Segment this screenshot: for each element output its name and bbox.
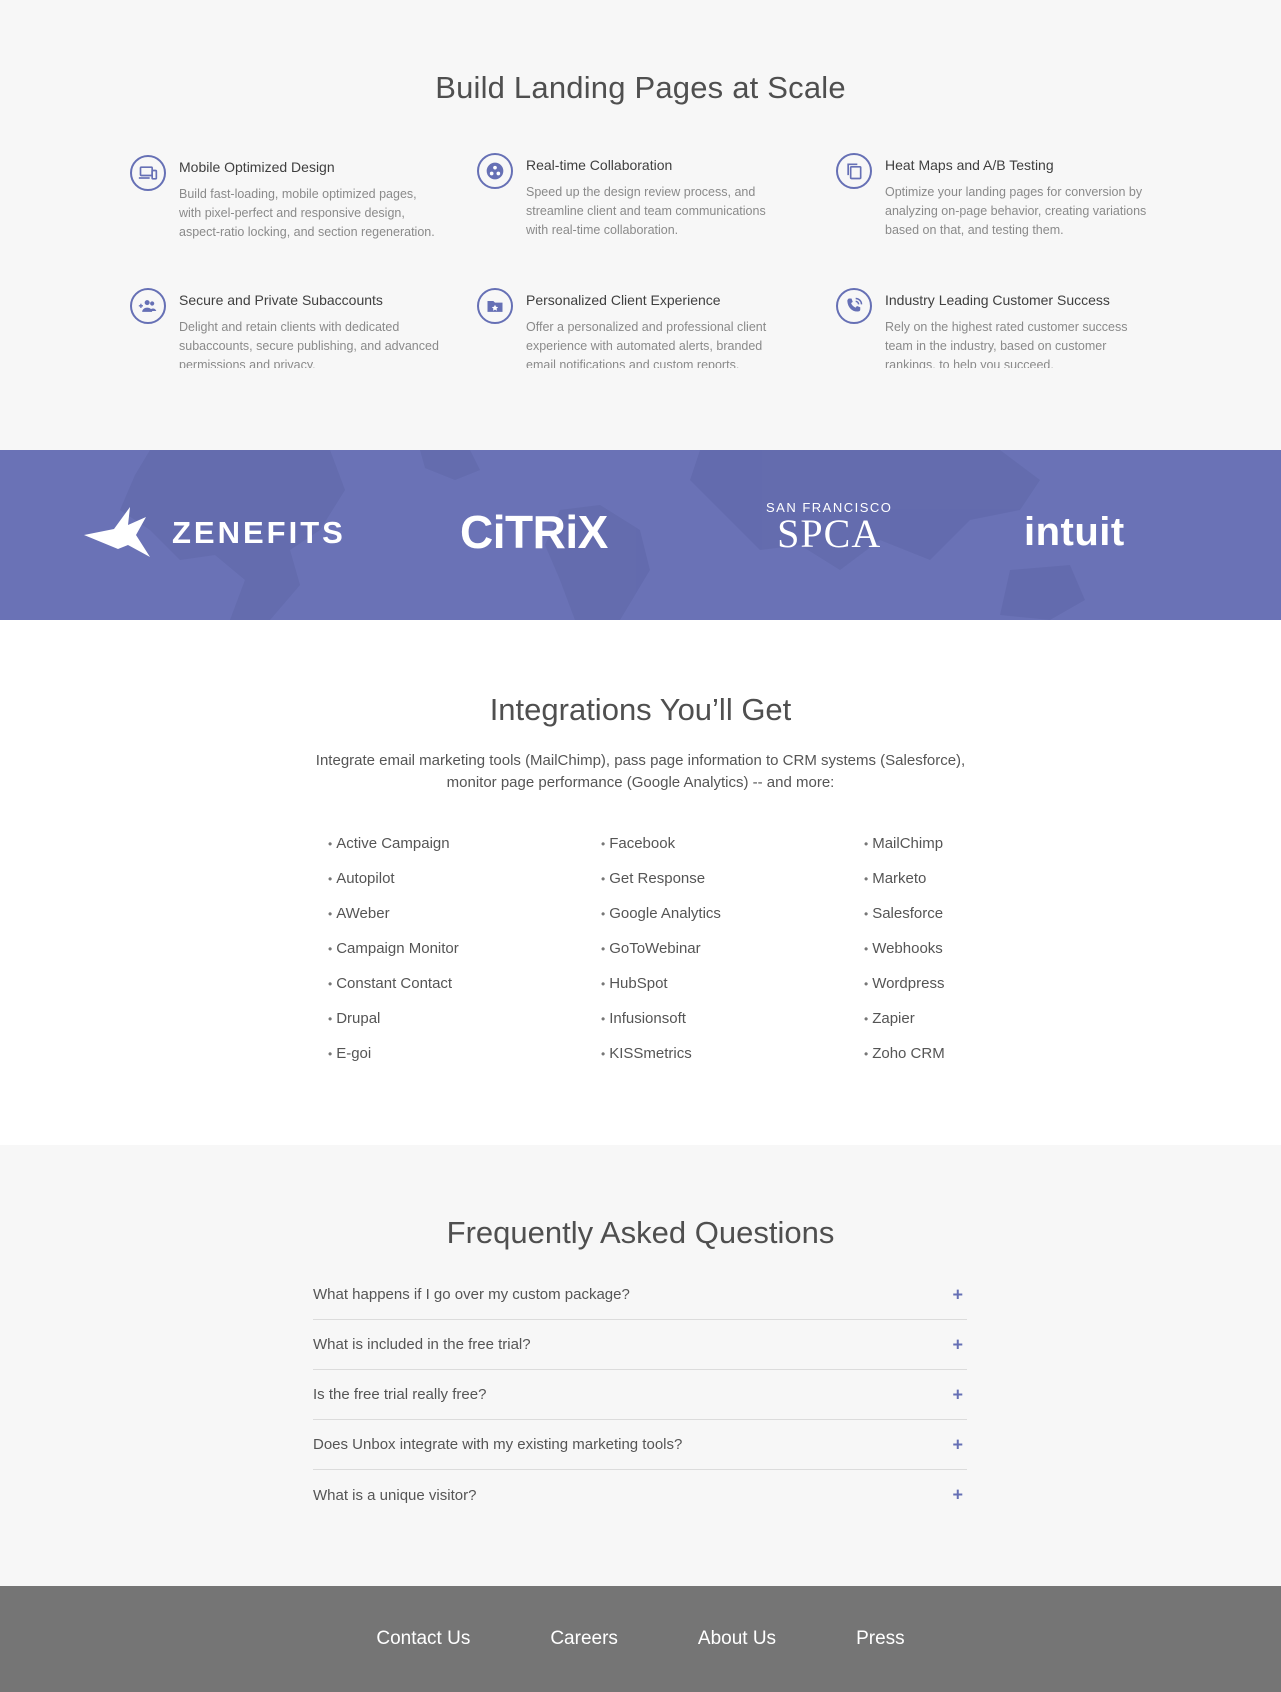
list-item: GoToWebinar [601, 940, 831, 975]
phone-icon [836, 288, 872, 324]
list-item: E-goi [328, 1045, 558, 1080]
footer: Contact Us Careers About Us Press [0, 1586, 1281, 1692]
group-add-icon [130, 288, 166, 324]
faq-question: What is included in the free trial? [313, 1336, 531, 1353]
spca-wordmark: SPCA [777, 511, 882, 556]
list-item: MailChimp [864, 835, 1094, 870]
features-section: Build Landing Pages at Scale Mobile Opti… [0, 0, 1281, 450]
expand-plus-icon[interactable]: + [952, 1284, 963, 1305]
feature-title: Mobile Optimized Design [179, 159, 335, 175]
faq-item[interactable]: What is included in the free trial? + [313, 1320, 967, 1370]
intuit-logo: intuit [1024, 504, 1125, 560]
list-item: Facebook [601, 835, 831, 870]
expand-plus-icon[interactable]: + [952, 1384, 963, 1405]
citrix-logo: CiTRiX [460, 500, 608, 564]
faq-item[interactable]: What happens if I go over my custom pack… [313, 1270, 967, 1320]
features-title: Build Landing Pages at Scale [435, 70, 846, 105]
list-item: Zapier [864, 1010, 1094, 1045]
list-item: Campaign Monitor [328, 940, 558, 975]
collaboration-icon [477, 153, 513, 189]
feature-title: Secure and Private Subaccounts [179, 292, 383, 308]
footer-link-press[interactable]: Press [856, 1628, 905, 1650]
feature-title: Industry Leading Customer Success [885, 292, 1110, 308]
faq-list: What happens if I go over my custom pack… [313, 1270, 967, 1520]
faq-question: What is a unique visitor? [313, 1486, 477, 1504]
integrations-column-1: Active Campaign Autopilot AWeber Campaig… [328, 835, 558, 1080]
list-item: Salesforce [864, 905, 1094, 940]
list-item: Active Campaign [328, 835, 558, 870]
expand-plus-icon[interactable]: + [952, 1334, 963, 1355]
hummingbird-icon [84, 507, 150, 557]
list-item: Infusionsoft [601, 1010, 831, 1045]
copy-icon [836, 153, 872, 189]
faq-question: What happens if I go over my custom pack… [313, 1286, 630, 1303]
list-item: KISSmetrics [601, 1045, 831, 1080]
list-item: Constant Contact [328, 975, 558, 1010]
expand-plus-icon[interactable]: + [952, 1434, 963, 1455]
footer-nav: Contact Us Careers About Us Press [0, 1628, 1281, 1650]
integrations-intro: Integrate email marketing tools (MailChi… [315, 752, 966, 791]
feature-description: Rely on the highest rated customer succe… [885, 320, 1128, 368]
list-item: AWeber [328, 905, 558, 940]
list-item: Webhooks [864, 940, 1094, 975]
list-item: Autopilot [328, 870, 558, 905]
integrations-column-2: Facebook Get Response Google Analytics G… [601, 835, 831, 1080]
faq-item[interactable]: What is a unique visitor? + [313, 1470, 967, 1520]
faq-title: Frequently Asked Questions [446, 1215, 835, 1250]
feature-title: Real-time Collaboration [526, 157, 673, 173]
intuit-wordmark: intuit [1024, 509, 1125, 554]
faq-question: Does Unbox integrate with my existing ma… [313, 1436, 683, 1453]
list-item: Zoho CRM [864, 1045, 1094, 1080]
integrations-section: Integrations You’ll Get Integrate email … [0, 620, 1281, 1145]
list-item: Wordpress [864, 975, 1094, 1010]
footer-link-about-us[interactable]: About Us [698, 1628, 776, 1650]
citrix-wordmark: CiTRiX [460, 506, 608, 558]
list-item: HubSpot [601, 975, 831, 1010]
sf-spca-logo: SAN FRANCISCO SPCA [766, 500, 892, 556]
zenefits-wordmark: ZENEFITS [172, 515, 346, 550]
feature-description: Speed up the design review process, and … [526, 185, 766, 237]
footer-link-careers[interactable]: Careers [550, 1628, 618, 1650]
folder-star-icon [477, 288, 513, 324]
feature-description: Build fast-loading, mobile optimized pag… [179, 187, 435, 239]
list-item: Get Response [601, 870, 831, 905]
feature-description: Offer a personalized and professional cl… [526, 320, 767, 368]
integrations-column-3: MailChimp Marketo Salesforce Webhooks Wo… [864, 835, 1094, 1080]
feature-description: Delight and retain clients with dedicate… [179, 320, 439, 368]
feature-description: Optimize your landing pages for conversi… [885, 185, 1147, 237]
list-item: Drupal [328, 1010, 558, 1045]
customer-logos-band: ZENEFITS CiTRiX SAN FRANCISCO SPCA intui… [0, 450, 1281, 620]
faq-item[interactable]: Is the free trial really free? + [313, 1370, 967, 1420]
zenefits-logo: ZENEFITS [84, 505, 346, 561]
list-item: Google Analytics [601, 905, 831, 940]
faq-question: Is the free trial really free? [313, 1386, 487, 1403]
integrations-title: Integrations You’ll Get [489, 692, 792, 727]
devices-icon [130, 155, 166, 191]
footer-link-contact-us[interactable]: Contact Us [376, 1628, 470, 1650]
expand-plus-icon[interactable]: + [952, 1485, 963, 1506]
feature-title: Personalized Client Experience [526, 292, 721, 308]
faq-item[interactable]: Does Unbox integrate with my existing ma… [313, 1420, 967, 1470]
faq-section: Frequently Asked Questions What happens … [0, 1145, 1281, 1586]
feature-title: Heat Maps and A/B Testing [885, 157, 1054, 173]
list-item: Marketo [864, 870, 1094, 905]
